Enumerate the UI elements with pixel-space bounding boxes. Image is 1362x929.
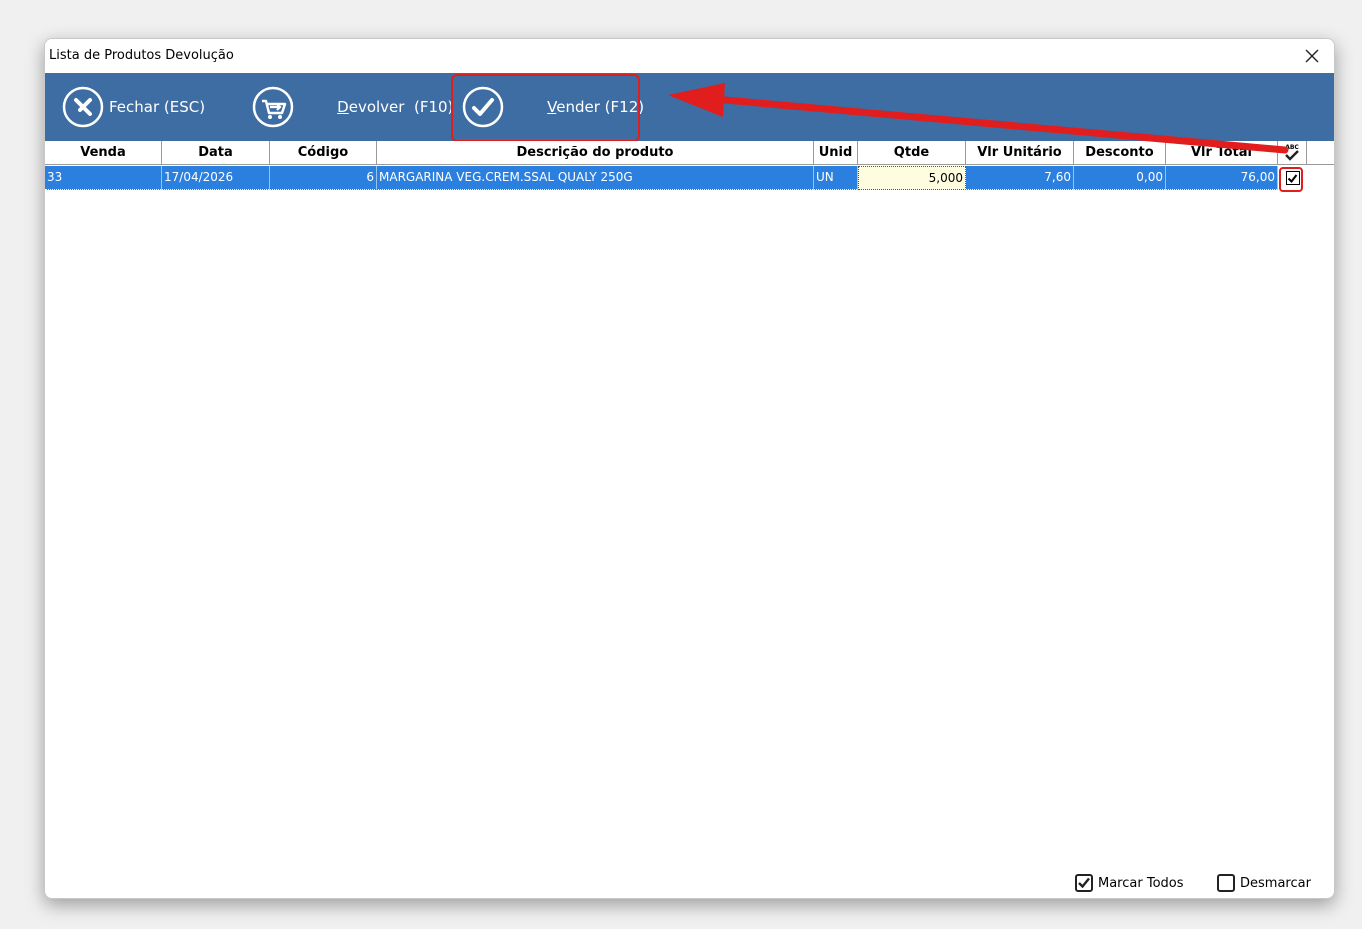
vender-label: Vender (F12) [509, 80, 644, 134]
devolver-label: Devolver (F10) [299, 80, 453, 134]
window-title: Lista de Produtos Devolução [49, 48, 234, 63]
title-bar: Lista de Produtos Devolução [45, 39, 1334, 73]
vender-label-rest: ender (F12) [556, 98, 645, 116]
fechar-label: Fechar (ESC) [109, 98, 206, 116]
abc-icon-text: ABC [1285, 144, 1299, 151]
cell-desconto[interactable]: 0,00 [1074, 166, 1166, 190]
return-cart-icon [252, 86, 294, 128]
close-button[interactable] [1290, 39, 1334, 73]
abc-check-icon: ABC [1285, 144, 1299, 161]
col-header-data[interactable]: Data [162, 141, 270, 165]
toolbar: Fechar (ESC) Devolver (F10) Vender (F12) [45, 73, 1334, 141]
col-header-desconto[interactable]: Desconto [1074, 141, 1166, 165]
cell-codigo[interactable]: 6 [270, 166, 377, 190]
desmarcar-label: Desmarcar [1240, 875, 1311, 891]
devolver-button[interactable]: Devolver (F10) [251, 73, 453, 141]
cell-qtde[interactable]: 5,000 [858, 166, 966, 190]
checkmark-icon [1287, 173, 1298, 183]
close-icon [1305, 49, 1319, 63]
checkmark-icon [1078, 877, 1090, 889]
col-header-codigo[interactable]: Código [270, 141, 377, 165]
row-checkbox[interactable] [1285, 171, 1300, 185]
col-header-qtde[interactable]: Qtde [858, 141, 966, 165]
check-circle-icon [462, 86, 504, 128]
desmarcar-checkbox[interactable] [1217, 874, 1235, 892]
col-header-descricao[interactable]: Descrição do produto [377, 141, 814, 165]
dialog-window: Lista de Produtos Devolução Fechar (ESC) [44, 38, 1335, 899]
vender-hotkey: V [547, 98, 557, 116]
cell-venda[interactable]: 33 [45, 166, 162, 190]
devolver-label-rest: evolver (F10) [348, 98, 454, 116]
col-header-unid[interactable]: Unid [814, 141, 858, 165]
col-header-vlr-unitario[interactable]: Vlr Unitário [966, 141, 1074, 165]
col-header-venda[interactable]: Venda [45, 141, 162, 165]
marcar-todos-checkbox[interactable] [1075, 874, 1093, 892]
table-row[interactable]: 33 17/04/2026 6 MARGARINA VEG.CREM.SSAL … [45, 166, 1307, 190]
cell-data[interactable]: 17/04/2026 [162, 166, 270, 190]
cell-descricao[interactable]: MARGARINA VEG.CREM.SSAL QUALY 250G [377, 166, 814, 190]
cell-check [1278, 166, 1307, 190]
devolver-hotkey: D [337, 98, 349, 116]
cell-unid[interactable]: UN [814, 166, 858, 190]
vender-button[interactable]: Vender (F12) [461, 73, 644, 141]
marcar-todos-option[interactable]: Marcar Todos [1075, 872, 1184, 894]
close-circle-icon [62, 86, 104, 128]
cell-vlr-unitario[interactable]: 7,60 [966, 166, 1074, 190]
col-header-vlr-total[interactable]: Vlr Total [1166, 141, 1278, 165]
desmarcar-option[interactable]: Desmarcar [1217, 872, 1311, 894]
grid-header: Venda Data Código Descrição do produto U… [45, 141, 1334, 165]
col-header-check[interactable]: ABC [1278, 141, 1307, 165]
marcar-todos-label: Marcar Todos [1098, 875, 1184, 891]
cell-vlr-total[interactable]: 76,00 [1166, 166, 1278, 190]
fechar-button[interactable]: Fechar (ESC) [61, 73, 205, 141]
